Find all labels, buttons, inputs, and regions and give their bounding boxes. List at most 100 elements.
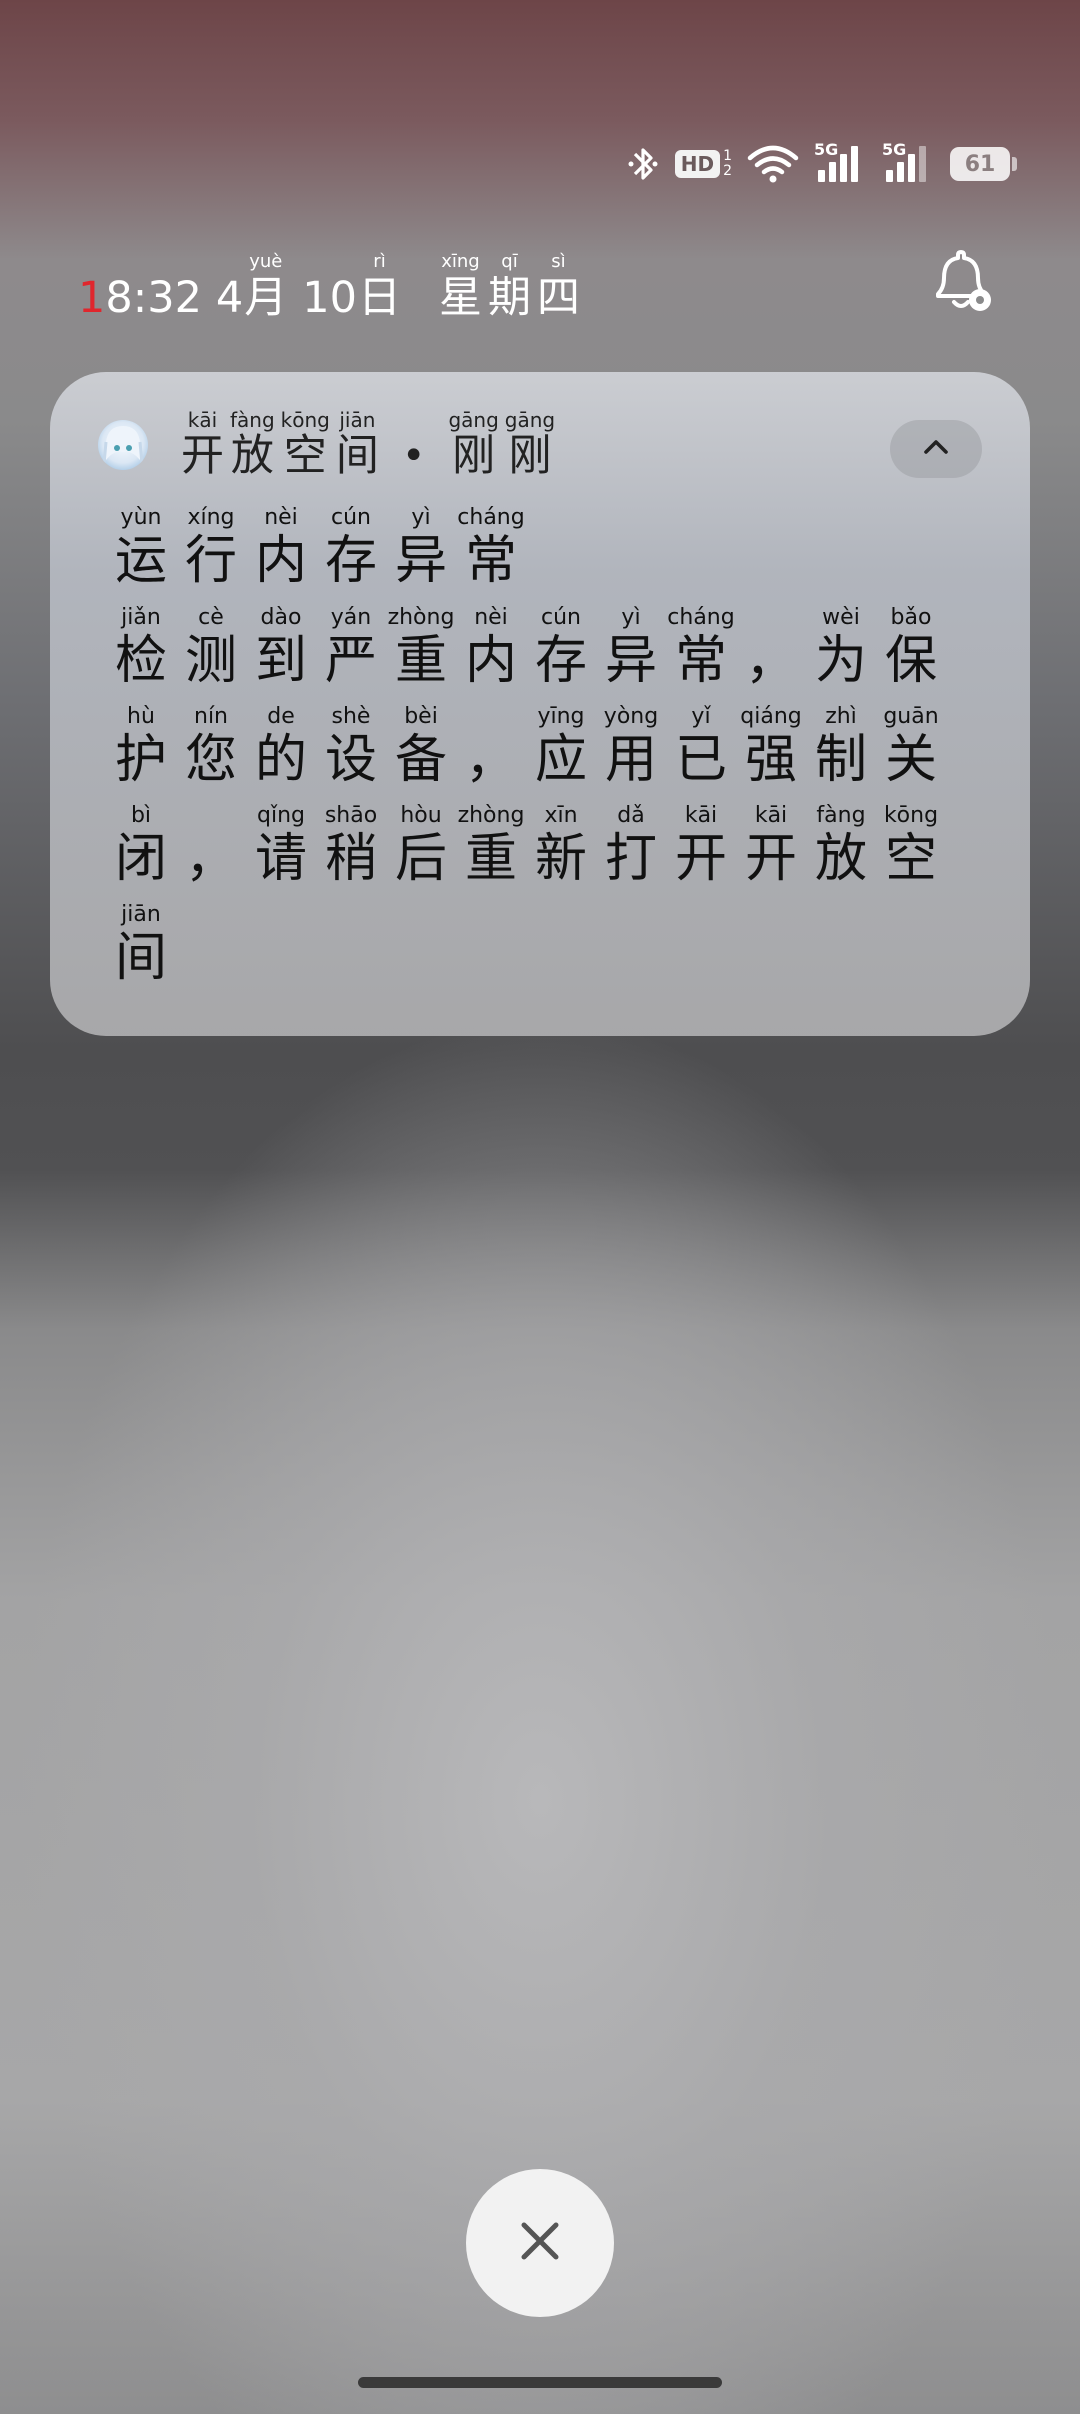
- body-char: fàng 放: [807, 804, 875, 890]
- hanzi: 常: [674, 631, 727, 691]
- weekday: xīng 星 qī 期 sì 四: [438, 252, 581, 324]
- app-name-char: jiān 间: [336, 410, 379, 482]
- status-bar: HD 12 5G 5G 61: [625, 140, 1017, 188]
- dismiss-button[interactable]: [466, 2169, 614, 2317]
- hanzi: 存: [534, 631, 587, 691]
- pinyin: cè: [198, 605, 224, 630]
- pinyin: zhòng: [457, 803, 525, 828]
- home-indicator[interactable]: [358, 2377, 722, 2388]
- hd-sub-1: 1: [723, 148, 732, 164]
- body-char: shāo 稍: [317, 804, 385, 890]
- hanzi: 检: [114, 631, 167, 691]
- hanzi: 请: [254, 829, 307, 889]
- pinyin: yán: [330, 605, 372, 630]
- pinyin: kōng: [883, 803, 939, 828]
- hanzi: 运: [114, 531, 167, 591]
- body-char: qǐng 请: [247, 804, 315, 890]
- body-char: kāi 开: [667, 804, 735, 890]
- clock-time-rest: 8:32: [105, 273, 202, 323]
- signal-1-label: 5G: [814, 140, 839, 159]
- signal-2-label: 5G: [882, 140, 907, 159]
- title-char: nèi 内: [247, 506, 315, 592]
- app-name-char: kāi 开: [181, 410, 224, 482]
- body-char: cháng 常: [667, 606, 735, 692]
- hanzi: 设: [324, 730, 377, 790]
- pinyin: hòu: [400, 803, 442, 828]
- body-char: zhòng 重: [387, 606, 455, 692]
- body-char: zhì 制: [807, 705, 875, 791]
- pinyin: yòng: [603, 704, 659, 729]
- notification-settings-icon[interactable]: [926, 248, 996, 318]
- notification-card[interactable]: kāi 开 fàng 放 kōng 空 jiān 间 • gāng 刚 gāng 刚 yùn 运 xín…: [50, 372, 1030, 1036]
- notification-body-line-1: jiǎn 检 cè 测 dào 到 yán 严 zhòng 重 nèi 内 cún 存 yì 异 cháng 常，…: [106, 606, 946, 692]
- hanzi: 后: [394, 829, 447, 889]
- pinyin: jiān: [121, 902, 161, 927]
- title-char: xíng 行: [177, 506, 245, 592]
- pinyin: hù: [127, 704, 155, 729]
- hanzi: ，: [464, 730, 517, 790]
- hanzi: ，: [184, 829, 237, 889]
- hanzi: 间: [114, 928, 167, 988]
- body-char: ，: [457, 705, 525, 791]
- pinyin: zhì: [825, 704, 857, 729]
- pinyin: qǐng: [257, 803, 305, 828]
- hanzi: 测: [184, 631, 237, 691]
- hanzi: ，: [744, 631, 797, 691]
- time-ago-char: gāng 刚: [505, 410, 555, 482]
- body-char: hòu 后: [387, 804, 455, 890]
- hanzi: 期: [488, 273, 531, 323]
- hanzi: 行: [184, 531, 237, 591]
- body-char: ，: [737, 606, 805, 692]
- pinyin: xíng: [187, 505, 235, 530]
- pinyin: dǎ: [617, 803, 645, 828]
- body-char: shè 设: [317, 705, 385, 791]
- clock-time: 18:32: [78, 272, 202, 324]
- signal-5g-icon-2: 5G: [882, 140, 936, 186]
- title-char: yì 异: [387, 506, 455, 592]
- title-char: cháng 常: [457, 506, 525, 592]
- pinyin: shāo: [324, 803, 378, 828]
- pinyin: kōng: [280, 408, 330, 432]
- hanzi: 严: [324, 631, 377, 691]
- month-char: yuè 月: [244, 251, 288, 324]
- hanzi: 异: [394, 531, 447, 591]
- hd-sub-2: 2: [723, 163, 732, 179]
- separator-dot: •: [401, 433, 426, 479]
- wifi-icon: [746, 144, 800, 184]
- app-name: kāi 开 fàng 放 kōng 空 jiān 间: [180, 410, 380, 482]
- hanzi: 放: [230, 431, 274, 481]
- pinyin: xīng: [441, 251, 480, 272]
- hanzi: 您: [184, 730, 237, 790]
- pinyin: nín: [194, 704, 228, 729]
- hd-voice-icon: HD 12: [674, 148, 732, 179]
- body-char: yì 异: [597, 606, 665, 692]
- date-time-line: 18:32 4 yuè 月 10 rì 日 xīng 星 qī 期 sì 四: [78, 252, 581, 324]
- body-char: yòng 用: [597, 705, 665, 791]
- hanzi: 星: [439, 273, 482, 323]
- close-icon: [518, 2219, 562, 2267]
- body-char: zhòng 重: [457, 804, 525, 890]
- body-char: nèi 内: [457, 606, 525, 692]
- hanzi: 开: [674, 829, 727, 889]
- collapse-button[interactable]: [890, 420, 982, 478]
- body-char: wèi 为: [807, 606, 875, 692]
- body-char: nín 您: [177, 705, 245, 791]
- body-char: bǎo 保: [877, 606, 945, 692]
- hanzi: 稍: [324, 829, 377, 889]
- app-name-char: kōng 空: [281, 410, 330, 482]
- notification-body-line-2: hù 护 nín 您 de 的 shè 设 bèi 备， yīng 应 yòng 用 yǐ 已 qiáng 强 zh…: [106, 705, 946, 791]
- hanzi: 开: [744, 829, 797, 889]
- notification-body-line-4: jiān 间: [106, 903, 176, 989]
- battery-level: 61: [964, 151, 996, 177]
- pinyin: cháng: [457, 505, 525, 530]
- body-char: bèi 备: [387, 705, 455, 791]
- hanzi: 已: [674, 730, 727, 790]
- notification-body-line-3: bì 闭， qǐng 请 shāo 稍 hòu 后 zhòng 重 xīn 新 dǎ 打 kāi 开 kāi 开 f…: [106, 804, 946, 890]
- pinyin: jiǎn: [121, 605, 161, 630]
- body-char: bì 闭: [107, 804, 175, 890]
- pinyin: wèi: [822, 605, 860, 630]
- pinyin: yùn: [120, 505, 162, 530]
- pinyin: yì: [621, 605, 641, 630]
- body-char: kōng 空: [877, 804, 945, 890]
- pinyin: de: [267, 704, 295, 729]
